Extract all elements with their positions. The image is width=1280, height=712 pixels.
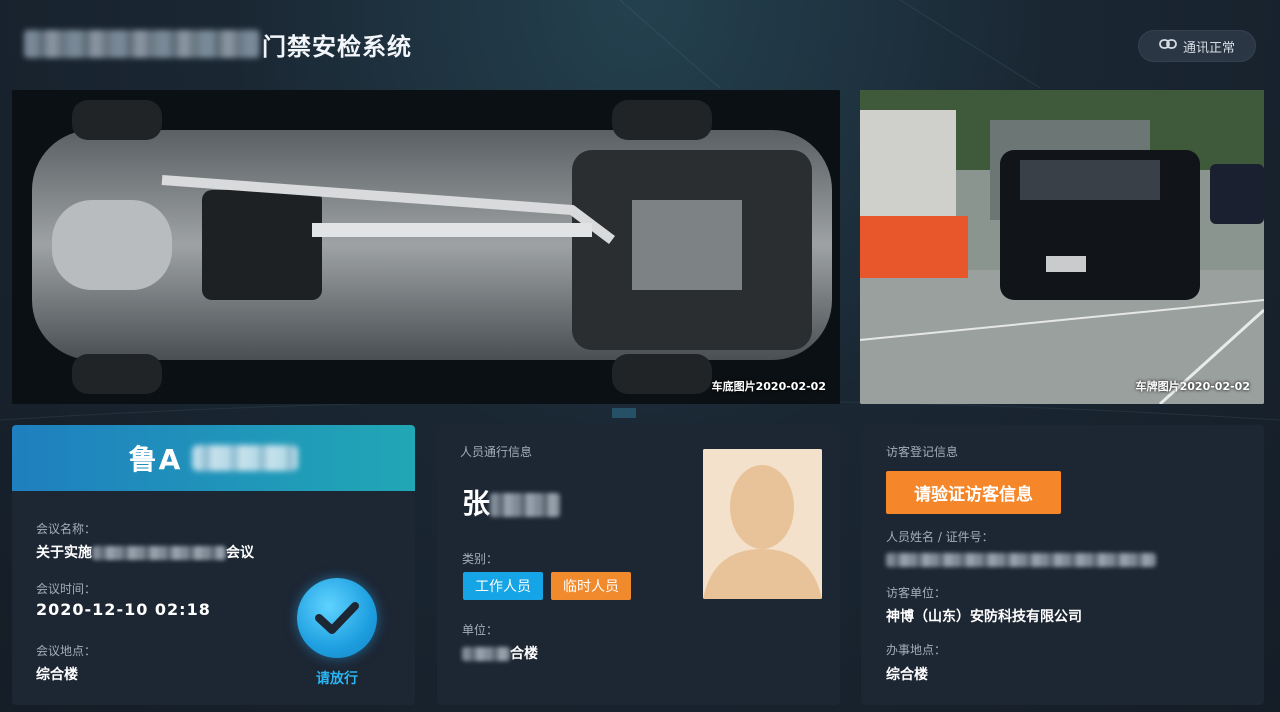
pass-label: 请放行 [316,671,358,687]
link-icon [1159,38,1177,54]
person-name-redacted [490,493,561,517]
visitor-place-value: 综合楼 [886,667,928,683]
visitor-company-value: 神博（山东）安防科技有限公司 [886,609,1082,625]
category-label: 类别： [462,552,499,566]
meeting-name-prefix: 关于实施 [36,545,92,561]
meeting-name-redacted [92,546,226,560]
verify-visitor-button[interactable]: 请验证访客信息 [886,471,1061,514]
connection-status-label: 通讯正常 [1182,40,1235,56]
person-name-prefix: 张 [462,487,491,520]
meeting-name-label: 会议名称： [36,522,97,536]
meeting-name-value: 关于实施 会议 [36,542,254,562]
tag-staff: 工作人员 [463,572,543,600]
visitor-company-label: 访客单位： [886,586,947,600]
underbody-image: 车底图片2020-02-02 [12,90,840,404]
underbody-photo [12,90,840,404]
underbody-caption: 车底图片2020-02-02 [711,380,826,393]
tag-temporary: 临时人员 [551,572,631,600]
plate-caption: 车牌图片2020-02-02 [1135,380,1250,393]
person-section-title: 人员通行信息 [460,445,533,459]
plate-number-banner: 鲁A [12,425,415,491]
title-text: 门禁安检系统 [262,32,412,61]
header: 门禁安检系统 通讯正常 [0,0,1280,88]
title-redacted [24,30,260,58]
visitor-id-redacted [886,553,1156,567]
meeting-time-value: 2020-12-10 02:18 [36,600,211,619]
meeting-place-value: 综合楼 [36,667,78,683]
avatar-silhouette-icon [703,449,822,599]
unit-label: 单位： [462,623,499,637]
unit-suffix: 合楼 [510,646,538,662]
pass-check-icon[interactable] [297,578,377,658]
plate-number-redacted [192,445,299,471]
page-title: 门禁安检系统 [24,26,412,62]
person-name: 张 [462,482,561,522]
plate-camera-image: 车牌图片2020-02-02 [860,90,1264,404]
plate-camera-photo [860,90,1264,404]
unit-redacted [462,647,510,661]
visitor-id-label: 人员姓名 / 证件号： [886,530,994,544]
plate-prefix: 鲁A [128,443,183,476]
person-avatar [703,449,822,599]
unit-value: 合楼 [462,643,538,663]
connection-status-badge[interactable]: 通讯正常 [1138,30,1256,62]
visitor-place-label: 办事地点： [886,643,947,657]
meeting-card: 鲁A [12,425,415,705]
visitor-section-title: 访客登记信息 [886,445,959,459]
meeting-name-suffix: 会议 [226,545,254,561]
meeting-time-label: 会议时间： [36,582,97,596]
visitor-id-value [886,552,1156,568]
meeting-place-label: 会议地点： [36,644,97,658]
